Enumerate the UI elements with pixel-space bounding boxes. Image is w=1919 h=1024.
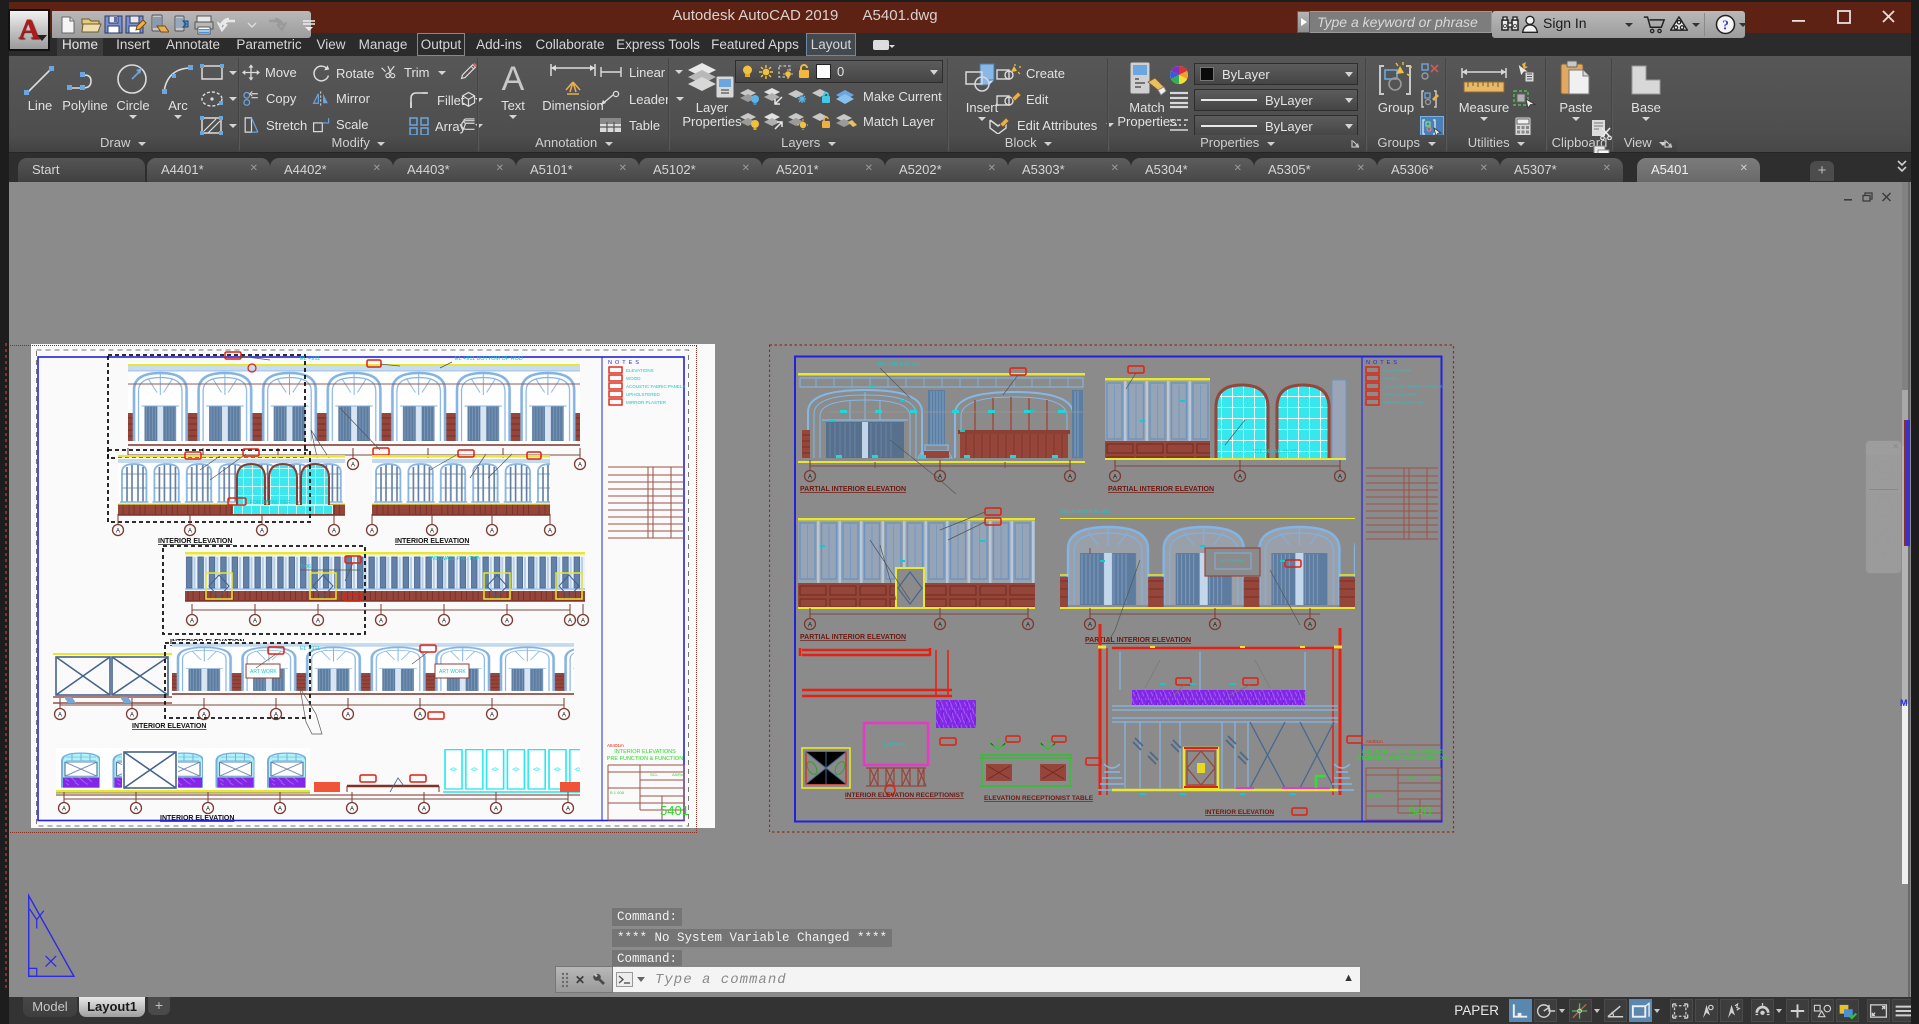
svg-text:540: 540	[1408, 803, 1432, 819]
svg-text:INTERIOR ELEVATION RECEPTIONIS: INTERIOR ELEVATION RECEPTIONIST	[845, 792, 964, 799]
svg-text:WOOD: WOOD	[1383, 376, 1398, 381]
svg-text:ELEVATION RECEPTIONIST TABLE: ELEVATION RECEPTIONIST TABLE	[984, 795, 1094, 802]
svg-text:SEE DETAIL #B VS: SEE DETAIL #B VS	[1253, 449, 1298, 455]
svg-text:A: A	[502, 60, 525, 98]
svg-text:PARTIAL INTERIOR ELEVATION: PARTIAL INTERIOR ELEVATION	[800, 486, 906, 493]
svg-text:UPHOLSTERED: UPHOLSTERED	[1383, 392, 1418, 397]
svg-text:A5/Rn: A5/Rn	[1430, 775, 1441, 780]
svg-text:ACOUSTIC FABRIC PANELS: ACOUSTIC FABRIC PANELS	[1383, 384, 1442, 389]
svg-text:SEE PURSYN EL 9N1: SEE PURSYN EL 9N1	[1060, 509, 1110, 515]
svg-text:ART WORK: ART WORK	[1220, 558, 1244, 563]
svg-text:PARTIAL INTERIOR ELEVATION: PARTIAL INTERIOR ELEVATION	[1108, 486, 1214, 493]
svg-text:SCL: SCL	[1408, 775, 1417, 780]
svg-text:NO CABLE EL 4N1: NO CABLE EL 4N1	[878, 362, 921, 368]
svg-text:PARTIAL INTERIOR ELEVATION: PARTIAL INTERIOR ELEVATION	[800, 634, 906, 641]
svg-text:ELEVATIONS: ELEVATIONS	[1383, 368, 1411, 373]
svg-text:A5401m: A5401m	[1366, 739, 1383, 744]
svg-text:B 1 008: B 1 008	[1368, 793, 1383, 798]
svg-text:[ xxXXxx ]: [ xxXXxx ]	[884, 742, 907, 748]
svg-text:?: ?	[1722, 17, 1729, 32]
svg-text:MIRROR PLANTER: MIRROR PLANTER	[1383, 400, 1424, 405]
svg-text:NOTES: NOTES	[1366, 360, 1400, 366]
svg-text:INTERIOR ELEVATION RECEPTION: INTERIOR ELEVATION RECEPTION	[1355, 756, 1447, 762]
svg-text:INTERIOR ELEVATION: INTERIOR ELEVATION	[1205, 809, 1274, 816]
svg-text:PARTIAL INTERIOR ELEVATIONS: PARTIAL INTERIOR ELEVATIONS	[1358, 749, 1444, 755]
svg-text:2D: 2D	[1889, 475, 1899, 485]
